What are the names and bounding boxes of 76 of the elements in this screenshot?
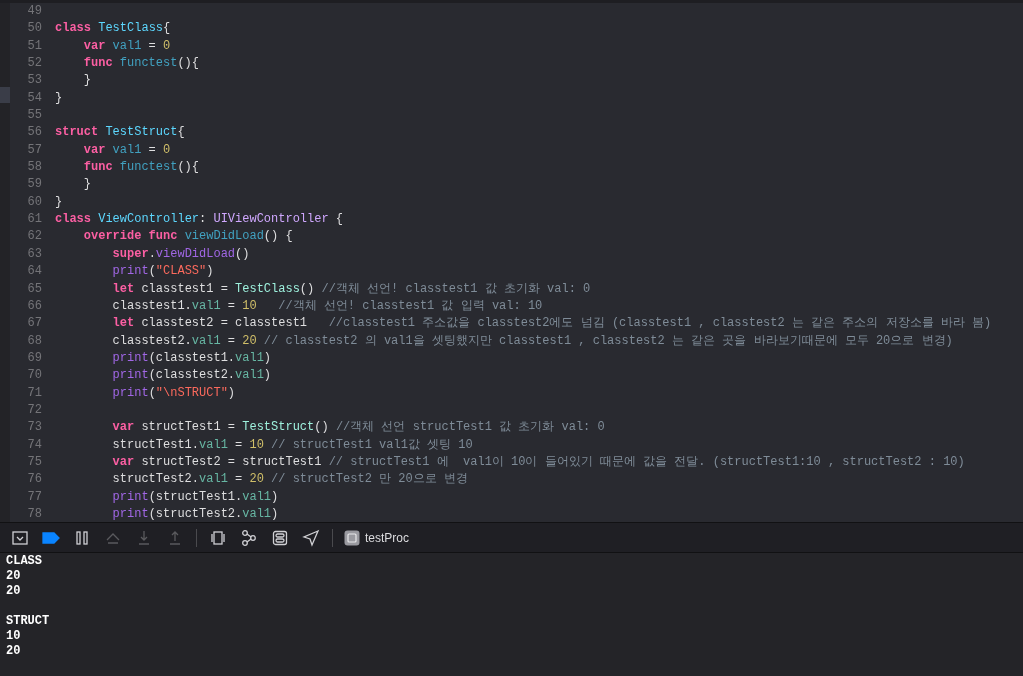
- line-number: 60: [26, 193, 42, 211]
- code-line: }: [55, 89, 63, 107]
- code-line: }: [55, 193, 63, 211]
- line-number: 58: [26, 159, 42, 177]
- line-number: 57: [26, 141, 42, 159]
- code-line: }: [82, 176, 91, 194]
- line-number: 61: [26, 211, 42, 229]
- code-line: var structTest1 = TestStruct() //객체 선언 structTest1 값 초기화 val: 0: [111, 419, 605, 437]
- memory-graph-button[interactable]: [239, 527, 259, 548]
- line-number: 72: [26, 401, 42, 419]
- line-number: 65: [26, 280, 42, 298]
- code-line: print("CLASS"): [111, 263, 214, 281]
- console-output-line: 20: [6, 584, 21, 598]
- line-number: 63: [26, 245, 42, 263]
- line-number: 71: [26, 384, 42, 402]
- line-number: 62: [26, 228, 42, 246]
- panel-toggle-icon: [11, 528, 29, 547]
- line-number: 74: [26, 436, 42, 454]
- line-number: 69: [26, 349, 42, 367]
- line-number: 73: [26, 419, 42, 437]
- console-output-line: CLASS: [6, 554, 42, 568]
- code-line: super.viewDidLoad(): [111, 245, 250, 263]
- pause-icon: [73, 528, 91, 547]
- line-number: 78: [26, 505, 42, 522]
- code-line: print(classtest1.val1): [111, 349, 272, 367]
- code-line: var val1 = 0: [82, 37, 171, 55]
- code-line: struct TestStruct{: [55, 124, 185, 142]
- code-line: print("\nSTRUCT"): [111, 384, 236, 402]
- code-line: classtest2.val1 = 20 // classtest2 의 val1을 셋팅했지만 classtest1 , classtest2 는 같은 곳을 바라보기때문에 모두 20으로 변경): [111, 332, 953, 350]
- console-output-line: STRUCT: [6, 614, 50, 628]
- code-line: classtest1.val1 = 10 //객체 선언! classtest1 값 입력 val: 10: [111, 297, 543, 315]
- line-number: 53: [26, 72, 42, 90]
- line-number: 77: [26, 488, 42, 506]
- graph-icon: [240, 528, 258, 547]
- line-number: 66: [26, 297, 42, 315]
- code-line: class TestClass{: [55, 20, 171, 38]
- code-line: structTest1.val1 = 10 // structTest1 val1값 셋팅 10: [111, 436, 473, 454]
- code-line: structTest2.val1 = 20 // structTest2 만 20으로 변경: [111, 471, 468, 489]
- app-icon: [344, 529, 360, 546]
- line-number: 76: [26, 471, 42, 489]
- code-line: print(structTest1.val1): [111, 488, 279, 506]
- line-number: 56: [26, 124, 42, 142]
- line-number: 70: [26, 367, 42, 385]
- console-output-line: 10: [6, 629, 21, 643]
- line-number: 50: [26, 20, 42, 38]
- line-number: 67: [26, 315, 42, 333]
- code-line: func functest(){: [82, 55, 200, 73]
- line-number: 64: [26, 263, 42, 281]
- code-line: }: [82, 72, 91, 90]
- console-output-line: 20: [6, 644, 21, 658]
- line-number: 51: [26, 37, 42, 55]
- console-output-line: 20: [6, 569, 21, 583]
- code-line: class ViewController: UIViewController {: [55, 211, 344, 229]
- code-line: func functest(){: [82, 159, 200, 177]
- toggles-icon: [271, 528, 289, 547]
- location-button[interactable]: [301, 527, 321, 548]
- location-arrow-icon: [302, 528, 320, 547]
- layers-icon: [209, 528, 227, 547]
- code-line: var val1 = 0: [82, 141, 171, 159]
- line-number: 55: [26, 107, 42, 125]
- line-number: 52: [26, 55, 42, 73]
- line-number: 75: [26, 453, 42, 471]
- code-line: print(classtest2.val1): [111, 367, 272, 385]
- breakpoint-icon: [42, 531, 60, 544]
- process-selector[interactable]: testProc: [344, 528, 409, 547]
- line-number: 54: [26, 89, 42, 107]
- code-line: let classtest2 = classtest1 //classtest1 주소값을 classtest2에도 넘김 (classtest1 , classtest2 는 같은 주소의 저장소를 바라 봄): [111, 315, 992, 333]
- code-line: override func viewDidLoad() {: [82, 228, 293, 246]
- line-number: 49: [26, 3, 42, 20]
- line-number: 68: [26, 332, 42, 350]
- process-name: testProc: [365, 529, 409, 547]
- code-line: let classtest1 = TestClass() //객체 선언! classtest1 값 초기화 val: 0: [111, 280, 591, 298]
- gutter-highlight: [0, 87, 10, 103]
- line-number: 59: [26, 176, 42, 194]
- code-line: print(structTest2.val1): [111, 505, 279, 522]
- code-line: var structTest2 = structTest1 // structTest1 에 val1이 10이 들어있기 때문에 값을 전달. (structTest1:10 , structTest2 : 10): [111, 453, 965, 471]
